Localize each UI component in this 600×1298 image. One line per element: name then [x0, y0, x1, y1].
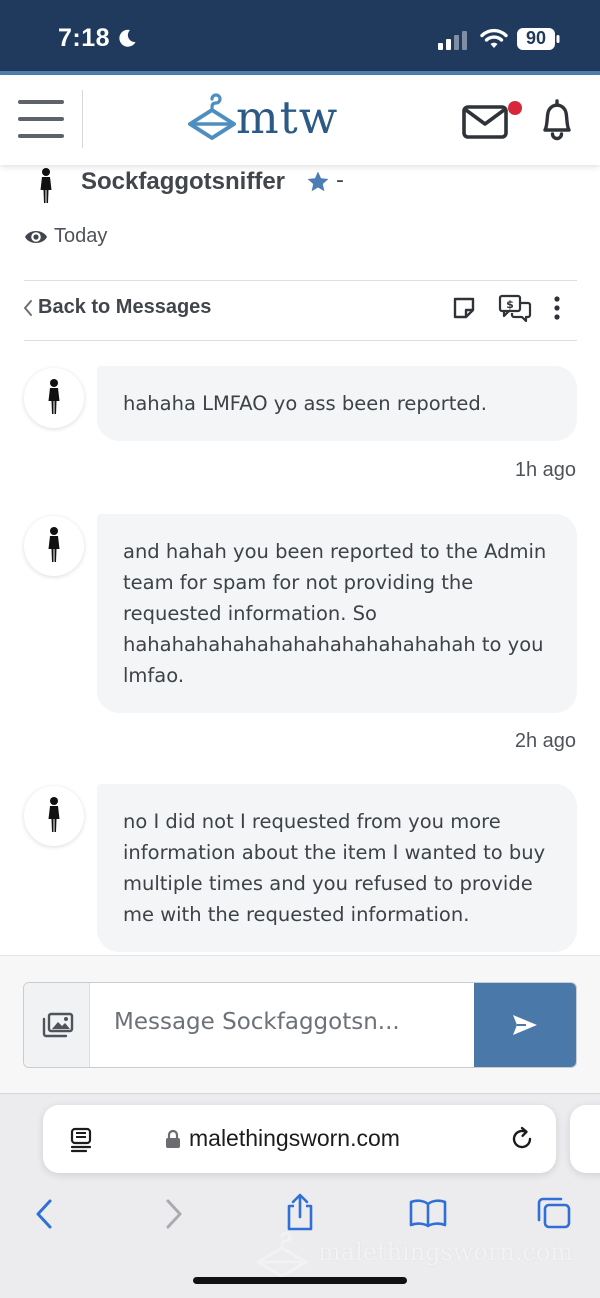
- browser-forward-icon[interactable]: [164, 1198, 184, 1230]
- share-icon[interactable]: [284, 1192, 316, 1232]
- divider: [24, 280, 577, 281]
- notification-dot: [508, 101, 522, 115]
- sender-avatar[interactable]: [24, 786, 84, 846]
- browser-toolbar: malethingsworn.com malethingsworn.com: [0, 1093, 600, 1298]
- svg-text:$: $: [506, 298, 514, 311]
- lock-icon: [166, 1129, 180, 1148]
- site-header: mtw: [0, 75, 600, 165]
- message-composer: [0, 955, 600, 1093]
- next-tab-preview[interactable]: [570, 1105, 600, 1173]
- bookmarks-icon[interactable]: [408, 1198, 448, 1228]
- message-bubble: and hahah you been reported to the Admin…: [97, 514, 577, 713]
- eye-icon: [25, 230, 47, 243]
- url-text: malethingsworn.com: [189, 1125, 400, 1151]
- note-icon[interactable]: [452, 296, 476, 320]
- signal-icon: [438, 31, 467, 50]
- watermark: malethingsworn.com: [254, 1232, 594, 1280]
- attach-photo-button[interactable]: [24, 983, 90, 1067]
- price-offer-icon[interactable]: $: [498, 294, 532, 322]
- address-bar[interactable]: malethingsworn.com: [43, 1105, 556, 1173]
- female-figure-icon: [40, 168, 52, 203]
- back-to-messages-link[interactable]: Back to Messages: [22, 296, 211, 319]
- message-bubble: no I did not I requested from you more i…: [97, 784, 577, 952]
- status-time: 7:18: [58, 24, 111, 52]
- hanger-logo-icon: [188, 93, 236, 140]
- logo-text: mtw: [236, 91, 339, 144]
- site-logo[interactable]: mtw: [186, 91, 366, 145]
- wifi-icon: [480, 28, 508, 48]
- tabs-icon[interactable]: [536, 1196, 572, 1230]
- watermark-hanger-icon: [256, 1232, 308, 1278]
- back-to-messages-label: Back to Messages: [38, 296, 212, 318]
- message-time: 2h ago: [514, 730, 576, 752]
- watermark-text: malethingsworn.com: [318, 1238, 574, 1266]
- message-bubble: hahaha LMFAO yo ass been reported.: [97, 366, 577, 441]
- reload-icon[interactable]: [509, 1126, 535, 1152]
- female-figure-icon: [48, 379, 60, 414]
- female-figure-icon: [48, 527, 60, 562]
- hamburger-menu-icon[interactable]: [16, 97, 66, 141]
- message-time: 1h ago: [514, 459, 576, 481]
- last-seen-text: Today: [54, 225, 108, 247]
- home-indicator[interactable]: [193, 1277, 407, 1284]
- sender-avatar[interactable]: [24, 516, 84, 576]
- header-divider: [82, 90, 83, 148]
- browser-back-icon[interactable]: [34, 1198, 54, 1230]
- send-button[interactable]: [474, 983, 576, 1067]
- star-icon: [307, 171, 329, 192]
- composer-box: [23, 982, 577, 1068]
- send-icon: [513, 1015, 537, 1035]
- sender-avatar[interactable]: [24, 368, 84, 428]
- name-suffix: -: [336, 168, 344, 193]
- status-bar: 7:18 90: [0, 0, 600, 74]
- message-list[interactable]: hahaha LMFAO yo ass been reported. 1h ag…: [0, 341, 600, 955]
- message-input[interactable]: [114, 1009, 474, 1035]
- bell-icon[interactable]: [536, 97, 578, 141]
- last-seen: Today: [24, 225, 107, 248]
- battery-level: 90: [525, 28, 547, 48]
- reader-icon[interactable]: [69, 1127, 93, 1153]
- moon-icon: [119, 29, 136, 47]
- photo-attach-icon: [42, 1012, 74, 1038]
- sender-name[interactable]: Sockfaggotsniffer: [81, 168, 285, 196]
- battery-icon: 90: [516, 27, 560, 51]
- female-figure-icon: [48, 797, 60, 832]
- chevron-left-icon: [24, 299, 32, 316]
- more-vertical-icon[interactable]: [550, 296, 564, 320]
